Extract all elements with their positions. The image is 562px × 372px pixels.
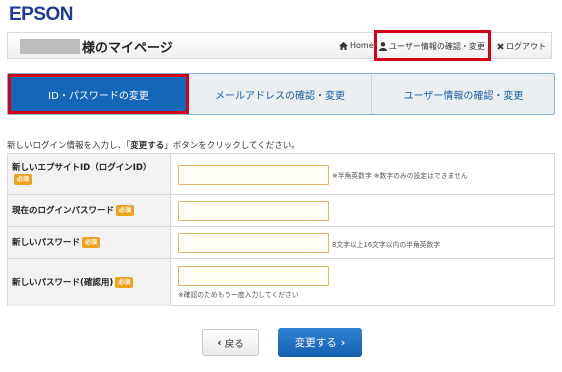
page-title: 様のマイページ	[82, 41, 173, 56]
current-password-input[interactable]	[178, 201, 329, 221]
submit-change-button[interactable]: 変更する ›	[278, 328, 362, 357]
instructions-bold: 変更する	[130, 141, 165, 151]
form-row-current-password: 現在のログインパスワード 必須	[8, 195, 554, 227]
required-badge: 必須	[116, 205, 135, 216]
field-label-text: 新しいパスワード	[12, 238, 81, 248]
username-redacted	[20, 39, 80, 54]
close-icon	[497, 43, 504, 50]
new-password-input[interactable]	[178, 233, 329, 253]
tab-email[interactable]: メールアドレスの確認・変更	[189, 74, 372, 114]
form-row-new-id: 新しいエプサイトID（ログインID）必須 ※半角英数字 ※数字のみの設定はできま…	[8, 154, 554, 195]
epson-logo: EPSON	[9, 4, 74, 25]
confirm-password-input[interactable]	[178, 266, 329, 286]
field-label: 新しいエプサイトID（ログインID）必須	[12, 162, 162, 186]
field-label-text: 現在のログインパスワード	[12, 206, 115, 216]
logout-link-label: ログアウト	[506, 42, 546, 51]
user-info-highlight	[374, 30, 491, 61]
home-link[interactable]: Home	[339, 41, 374, 50]
chevron-left-icon: ‹	[217, 336, 222, 349]
form-row-confirm-password: 新しいパスワード(確認用) 必須 ※確認のためもう一度入力してください	[8, 259, 554, 306]
home-icon	[339, 41, 348, 50]
new-epsite-id-input[interactable]	[178, 165, 329, 185]
label-cell: 新しいエプサイトID（ログインID）必須	[8, 154, 171, 194]
field-label: 新しいパスワード 必須	[12, 237, 101, 249]
settings-tabs: ID・パスワードの変更 メールアドレスの確認・変更 ユーザー情報の確認・変更	[7, 73, 555, 115]
instructions-before: 新しいログイン情報を入力し、「	[7, 141, 131, 151]
label-cell: 現在のログインパスワード 必須	[8, 195, 171, 226]
submit-button-label: 変更する	[294, 337, 337, 349]
chevron-right-icon: ›	[340, 336, 346, 349]
instructions-after: 」ボタンをクリックしてください。	[164, 141, 300, 151]
field-note: ※確認のためもう一度入力してください	[178, 291, 299, 299]
back-button[interactable]: ‹ 戻る	[202, 329, 259, 356]
field-note: 8文字以上16文字以内の半角英数字	[332, 241, 441, 249]
required-badge: 必須	[82, 237, 101, 248]
field-label-text: 新しいパスワード(確認用)	[12, 278, 114, 288]
required-badge: 必須	[14, 174, 33, 185]
tab-id-password[interactable]: ID・パスワードの変更	[8, 74, 189, 114]
instructions-text: 新しいログイン情報を入力し、「変更する」ボタンをクリックしてください。	[7, 139, 300, 151]
label-cell: 新しいパスワード 必須	[8, 227, 171, 258]
field-note: ※半角英数字 ※数字のみの設定はできません	[332, 172, 468, 180]
field-label: 現在のログインパスワード 必須	[12, 205, 135, 217]
form-row-new-password: 新しいパスワード 必須 8文字以上16文字以内の半角英数字	[8, 227, 554, 259]
logout-link[interactable]: ログアウト	[497, 41, 546, 52]
label-cell: 新しいパスワード(確認用) 必須	[8, 259, 171, 306]
tab-user-info[interactable]: ユーザー情報の確認・変更	[372, 74, 555, 114]
home-link-label: Home	[350, 41, 374, 50]
field-label-text: 新しいエプサイトID（ログインID）	[12, 163, 152, 173]
back-button-label: 戻る	[224, 338, 244, 350]
required-badge: 必須	[115, 277, 134, 288]
login-info-form: 新しいエプサイトID（ログインID）必須 ※半角英数字 ※数字のみの設定はできま…	[7, 153, 555, 306]
field-label: 新しいパスワード(確認用) 必須	[12, 277, 134, 289]
